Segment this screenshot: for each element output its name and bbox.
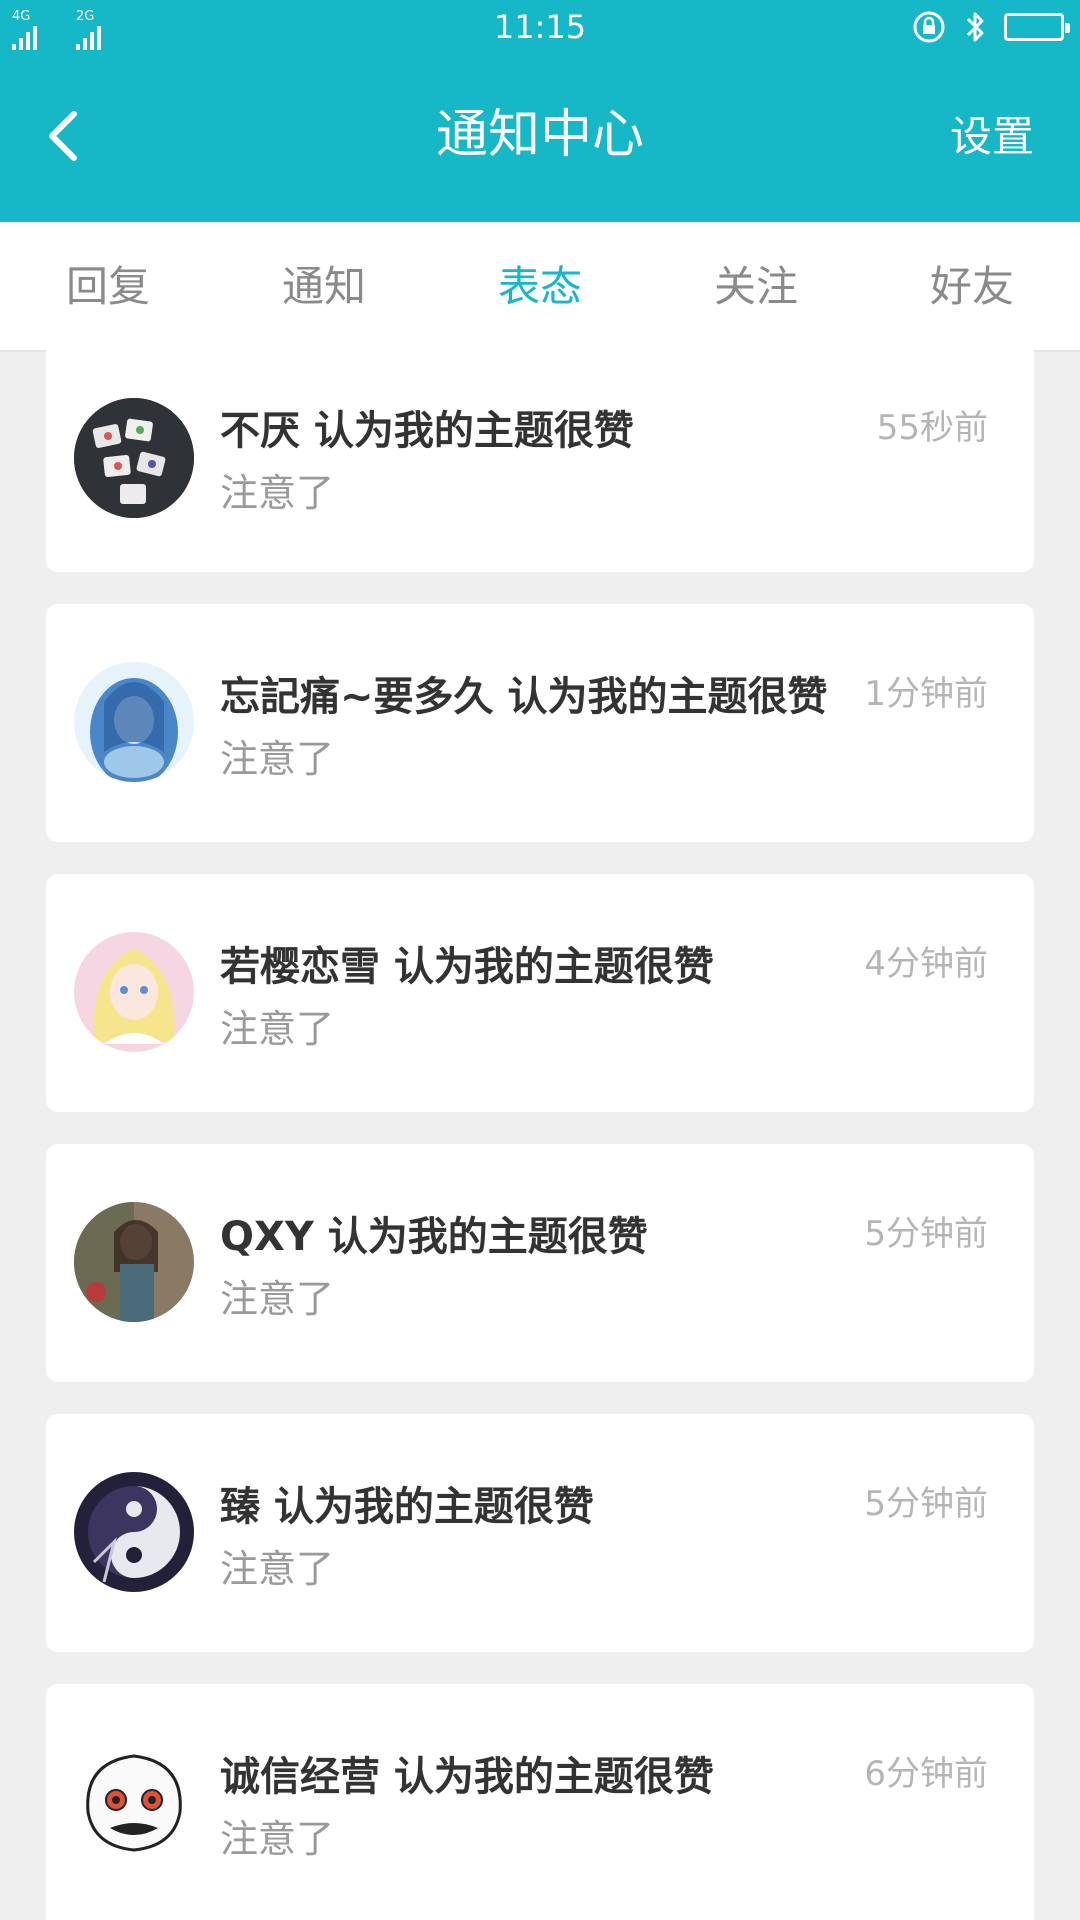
notification-snippet: 注意了 xyxy=(220,1007,335,1051)
notification-card[interactable]: QXY 认为我的主题很赞 注意了 5分钟前 xyxy=(46,1144,1034,1382)
anime-avatar-icon xyxy=(74,932,194,1052)
notification-user: 不厌 xyxy=(220,408,300,454)
notification-action: 认为我的主题很赞 xyxy=(273,1484,594,1530)
settings-button[interactable]: 设置 xyxy=(950,110,1034,164)
status-bar: 4G 2G 11:15 xyxy=(0,0,1080,56)
tab-bar: 回复 通知 表态 关注 好友 xyxy=(0,222,1080,352)
dark-art-avatar-icon xyxy=(74,1472,194,1592)
notification-user: 诚信经营 xyxy=(220,1754,380,1800)
page-title: 通知中心 xyxy=(435,105,644,165)
notification-time: 1分钟前 xyxy=(864,674,988,714)
avatar[interactable] xyxy=(74,932,194,1052)
notification-user: 忘記痛~要多久 xyxy=(220,674,494,720)
tab-friends[interactable]: 好友 xyxy=(864,222,1080,350)
notification-title: 忘記痛~要多久 认为我的主题很赞 xyxy=(220,664,827,722)
rotation-lock-icon xyxy=(913,11,945,43)
top-bar: 4G 2G 11:15 通知中心 设置 xyxy=(0,0,1080,222)
avatar[interactable] xyxy=(74,662,194,782)
tab-follow[interactable]: 关注 xyxy=(648,222,864,350)
mahjong-avatar-icon xyxy=(74,398,194,518)
notification-time: 4分钟前 xyxy=(864,944,988,984)
notification-card[interactable]: 臻 认为我的主题很赞 注意了 5分钟前 xyxy=(46,1414,1034,1652)
notification-time: 5分钟前 xyxy=(864,1214,988,1254)
avatar[interactable] xyxy=(74,1472,194,1592)
notification-action: 认为我的主题很赞 xyxy=(507,674,828,720)
avatar[interactable] xyxy=(74,1742,194,1862)
status-icons xyxy=(912,10,1070,44)
sketch-avatar-icon xyxy=(74,1742,194,1862)
notification-snippet: 注意了 xyxy=(220,1277,335,1321)
notification-title: QXY 认为我的主题很赞 xyxy=(220,1204,648,1262)
avatar[interactable] xyxy=(74,398,194,518)
notification-card[interactable]: 诚信经营 认为我的主题很赞 注意了 6分钟前 xyxy=(46,1684,1034,1920)
notification-card[interactable]: 不厌 认为我的主题很赞 注意了 55秒前 xyxy=(46,342,1034,572)
notification-center-screen: 4G 2G 11:15 通知中心 设置 回复 通知 表态 关注 好友 不厌 认为… xyxy=(0,0,1080,1920)
notification-title: 臻 认为我的主题很赞 xyxy=(220,1474,594,1532)
notification-title: 不厌 认为我的主题很赞 xyxy=(220,398,634,456)
notification-action: 认为我的主题很赞 xyxy=(327,1214,648,1260)
notification-snippet: 注意了 xyxy=(220,1817,335,1861)
painting-avatar-icon xyxy=(74,1202,194,1322)
tab-reply[interactable]: 回复 xyxy=(0,222,216,350)
notification-time: 6分钟前 xyxy=(864,1754,988,1794)
notification-title: 若樱恋雪 认为我的主题很赞 xyxy=(220,934,714,992)
anime-avatar-icon xyxy=(74,662,194,782)
notification-time: 5分钟前 xyxy=(864,1484,988,1524)
battery-icon xyxy=(1004,13,1070,41)
notification-snippet: 注意了 xyxy=(220,471,335,515)
avatar[interactable] xyxy=(74,1202,194,1322)
notification-snippet: 注意了 xyxy=(220,1547,335,1591)
notification-user: 臻 xyxy=(220,1484,260,1530)
notification-card[interactable]: 若樱恋雪 认为我的主题很赞 注意了 4分钟前 xyxy=(46,874,1034,1112)
bluetooth-icon xyxy=(966,12,984,42)
notification-card[interactable]: 忘記痛~要多久 认为我的主题很赞 注意了 1分钟前 xyxy=(46,604,1034,842)
notification-title: 诚信经营 认为我的主题很赞 xyxy=(220,1744,714,1802)
notification-action: 认为我的主题很赞 xyxy=(393,944,714,990)
notification-user: QXY xyxy=(220,1214,314,1260)
notification-time: 55秒前 xyxy=(876,408,988,448)
notification-action: 认为我的主题很赞 xyxy=(393,1754,714,1800)
notification-user: 若樱恋雪 xyxy=(220,944,380,990)
notification-snippet: 注意了 xyxy=(220,737,335,781)
header: 通知中心 设置 xyxy=(0,56,1080,222)
tab-reaction[interactable]: 表态 xyxy=(432,222,648,352)
notification-action: 认为我的主题很赞 xyxy=(313,408,634,454)
tab-notice[interactable]: 通知 xyxy=(216,222,432,350)
